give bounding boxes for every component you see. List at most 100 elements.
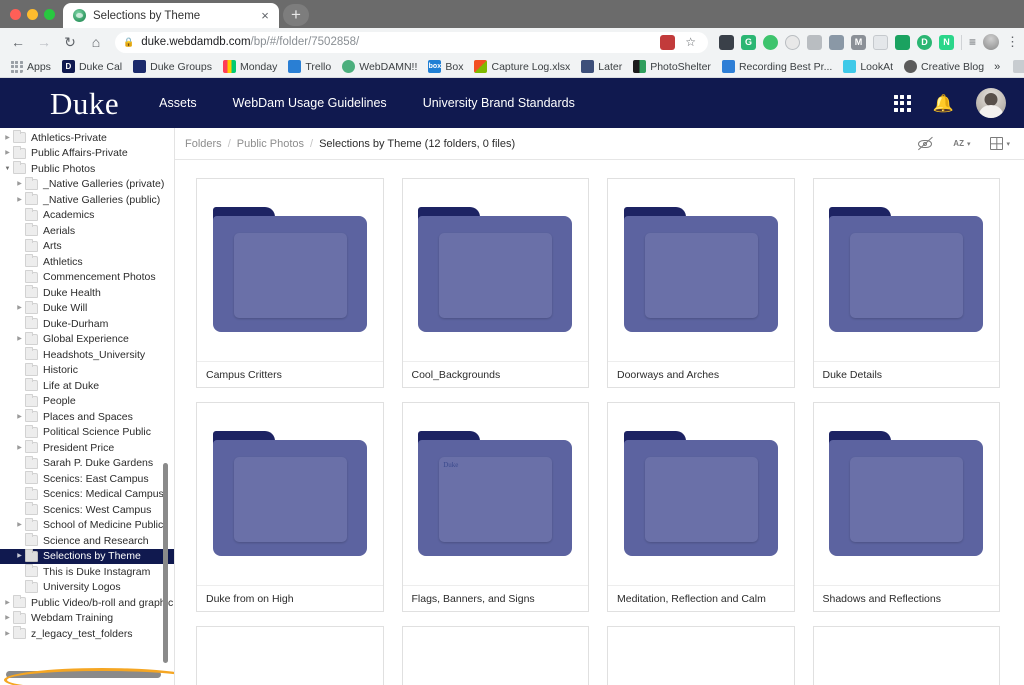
bookmark-star-icon[interactable]: ☆ [685, 35, 696, 49]
sidebar-item-this-is-duke-instagram[interactable]: This is Duke Instagram [0, 564, 174, 580]
profile-avatar-icon[interactable] [983, 34, 999, 50]
nav-assets[interactable]: Assets [159, 96, 197, 110]
bookmark-lookat[interactable]: LookAt [839, 60, 897, 73]
sidebar-vertical-scrollbar[interactable] [163, 463, 168, 663]
sidebar-item-arts[interactable]: Arts [0, 238, 174, 255]
sidebar-item-duke-health[interactable]: Duke Health [0, 285, 174, 301]
forward-button[interactable]: → [32, 30, 56, 54]
dropbox-extension-icon[interactable] [828, 34, 844, 50]
bookmark-recording-best-practices[interactable]: Recording Best Pr... [718, 60, 836, 73]
bookmark-duke-groups[interactable]: Duke Groups [129, 60, 216, 73]
pinterest-extension-icon[interactable]: D [916, 34, 932, 50]
green-circle-extension-icon[interactable] [762, 34, 778, 50]
sidebar-item-native-galleries-public[interactable]: ▶ _Native Galleries (public) [0, 192, 174, 208]
chevron-right-icon[interactable]: ▶ [14, 181, 25, 187]
folder-card[interactable] [812, 626, 1000, 685]
chevron-right-icon[interactable]: ▶ [2, 135, 13, 141]
sidebar-item-places-and-spaces[interactable]: ▶ Places and Spaces [0, 409, 174, 425]
sidebar-item-school-of-medicine-public[interactable]: ▶ School of Medicine Public [0, 517, 174, 534]
bookmark-later[interactable]: Later [577, 60, 626, 73]
chrome-menu-icon[interactable]: ⋮ [1006, 34, 1019, 50]
sidebar-item-public-photos[interactable]: ▼ Public Photos [0, 161, 174, 177]
chevron-right-icon[interactable]: ▶ [2, 631, 13, 637]
sidebar-item-z-legacy-test-folders[interactable]: ▶ z_legacy_test_folders [0, 626, 174, 642]
sidebar-item-political-science-public[interactable]: Political Science Public [0, 424, 174, 441]
sidebar-item-native-galleries-private[interactable]: ▶ _Native Galleries (private) [0, 176, 174, 193]
other-bookmarks-button[interactable]: Other Bookmarks [1009, 60, 1024, 73]
bookmarks-overflow-button[interactable]: » [991, 61, 1003, 73]
folder-card[interactable]: Shadows and Reflections [812, 402, 1000, 612]
sidebar-item-scenics-medical-campus[interactable]: Scenics: Medical Campus [0, 486, 174, 503]
bookmark-monday[interactable]: Monday [219, 60, 281, 73]
duke-logo[interactable]: Duke [0, 88, 159, 119]
view-mode-dropdown[interactable]: ▾ [990, 137, 1010, 150]
sidebar-item-aerials[interactable]: Aerials [0, 223, 174, 239]
sidebar-item-scenics-west-campus[interactable]: Scenics: West Campus [0, 502, 174, 518]
chevron-right-icon[interactable]: ▶ [14, 305, 25, 311]
chevron-right-icon[interactable]: ▶ [14, 336, 25, 342]
user-avatar[interactable] [976, 88, 1006, 118]
sidebar-item-headshots-university[interactable]: Headshots_University [0, 347, 174, 363]
breadcrumb-folders[interactable]: Folders [185, 138, 222, 150]
reload-button[interactable]: ↻ [58, 30, 82, 54]
new-tab-button[interactable]: + [283, 4, 309, 26]
sidebar-item-public-affairs-private[interactable]: ▶ Public Affairs-Private [0, 145, 174, 162]
browser-tab[interactable]: Selections by Theme × [63, 3, 279, 28]
google-drive-extension-icon[interactable] [894, 34, 910, 50]
folder-card[interactable]: Duke Details [812, 178, 1000, 388]
chevron-right-icon[interactable]: ▶ [2, 615, 13, 621]
evernote-extension-icon[interactable]: N [938, 34, 954, 50]
chevron-right-icon[interactable]: ▶ [14, 445, 25, 451]
sidebar-item-athletics-private[interactable]: ▶ Athletics-Private [0, 130, 174, 146]
hide-thumbnails-button[interactable] [917, 136, 934, 151]
cookies-icon[interactable] [660, 34, 676, 50]
sidebar-item-people[interactable]: People [0, 393, 174, 410]
sidebar-item-athletics[interactable]: Athletics [0, 254, 174, 270]
folder-card[interactable] [196, 626, 384, 685]
sidebar-item-duke-durham[interactable]: Duke-Durham [0, 316, 174, 332]
sidebar-item-university-logos[interactable]: University Logos [0, 579, 174, 596]
breadcrumb-public-photos[interactable]: Public Photos [237, 138, 304, 150]
folder-card[interactable] [401, 626, 589, 685]
folder-card[interactable] [607, 626, 795, 685]
dark-square-extension-icon[interactable] [718, 34, 734, 50]
minimize-window-button[interactable] [27, 8, 38, 20]
sidebar-horizontal-scrollbar[interactable] [6, 671, 161, 678]
bookmark-photoshelter[interactable]: PhotoShelter [629, 60, 715, 73]
nav-webdam-usage-guidelines[interactable]: WebDam Usage Guidelines [233, 96, 387, 110]
sidebar-item-sarah-p-duke-gardens[interactable]: Sarah P. Duke Gardens [0, 455, 174, 472]
bookmark-apps[interactable]: Apps [6, 60, 55, 73]
folder-card[interactable]: Duke from on High [196, 402, 384, 612]
sidebar-item-public-video-b-roll-and-graphic[interactable]: ▶ Public Video/b-roll and graphic [0, 595, 174, 611]
bookmark-box[interactable]: box Box [424, 60, 467, 73]
notifications-bell-icon[interactable]: 🔔 [933, 95, 954, 112]
m-extension-icon[interactable]: M [850, 34, 866, 50]
sidebar-item-life-at-duke[interactable]: Life at Duke [0, 378, 174, 394]
close-window-button[interactable] [10, 8, 21, 20]
sidebar-item-academics[interactable]: Academics [0, 207, 174, 224]
tab-close-icon[interactable]: × [257, 9, 273, 22]
bookmark-webdam[interactable]: WebDAMN!! [338, 60, 421, 73]
folder-card[interactable]: Cool_Backgrounds [401, 178, 589, 388]
sidebar-item-president-price[interactable]: ▶ President Price [0, 440, 174, 456]
chevron-right-icon[interactable]: ▶ [2, 150, 13, 156]
home-button[interactable]: ⌂ [84, 30, 108, 54]
sidebar-item-duke-will[interactable]: ▶ Duke Will [0, 300, 174, 317]
sort-dropdown[interactable]: AZ ▾ [953, 139, 970, 148]
nav-university-brand-standards[interactable]: University Brand Standards [423, 96, 575, 110]
chevron-right-icon[interactable]: ▶ [14, 553, 25, 559]
sidebar-item-selections-by-theme[interactable]: ▶ Selections by Theme [0, 548, 174, 564]
folder-card[interactable]: Doorways and Arches [607, 178, 795, 388]
bookmark-creative-blog[interactable]: Creative Blog [900, 60, 988, 73]
image-extension-icon[interactable] [806, 34, 822, 50]
folder-card[interactable]: Meditation, Reflection and Calm [607, 402, 795, 612]
grammarly-extension-icon[interactable]: G [740, 34, 756, 50]
back-button[interactable]: ← [6, 30, 30, 54]
folder-card[interactable]: Duke Flags, Banners, and Signs [401, 402, 589, 612]
address-bar[interactable]: 🔒 duke.webdamdb.com/bp/#/folder/7502858/… [115, 31, 708, 53]
reading-list-icon[interactable]: ≡ [969, 35, 976, 49]
sidebar-item-scenics-east-campus[interactable]: Scenics: East Campus [0, 471, 174, 487]
folder-card[interactable]: Campus Critters [196, 178, 384, 388]
sidebar-item-webdam-training[interactable]: ▶ Webdam Training [0, 610, 174, 627]
apps-grid-icon[interactable] [893, 94, 911, 112]
